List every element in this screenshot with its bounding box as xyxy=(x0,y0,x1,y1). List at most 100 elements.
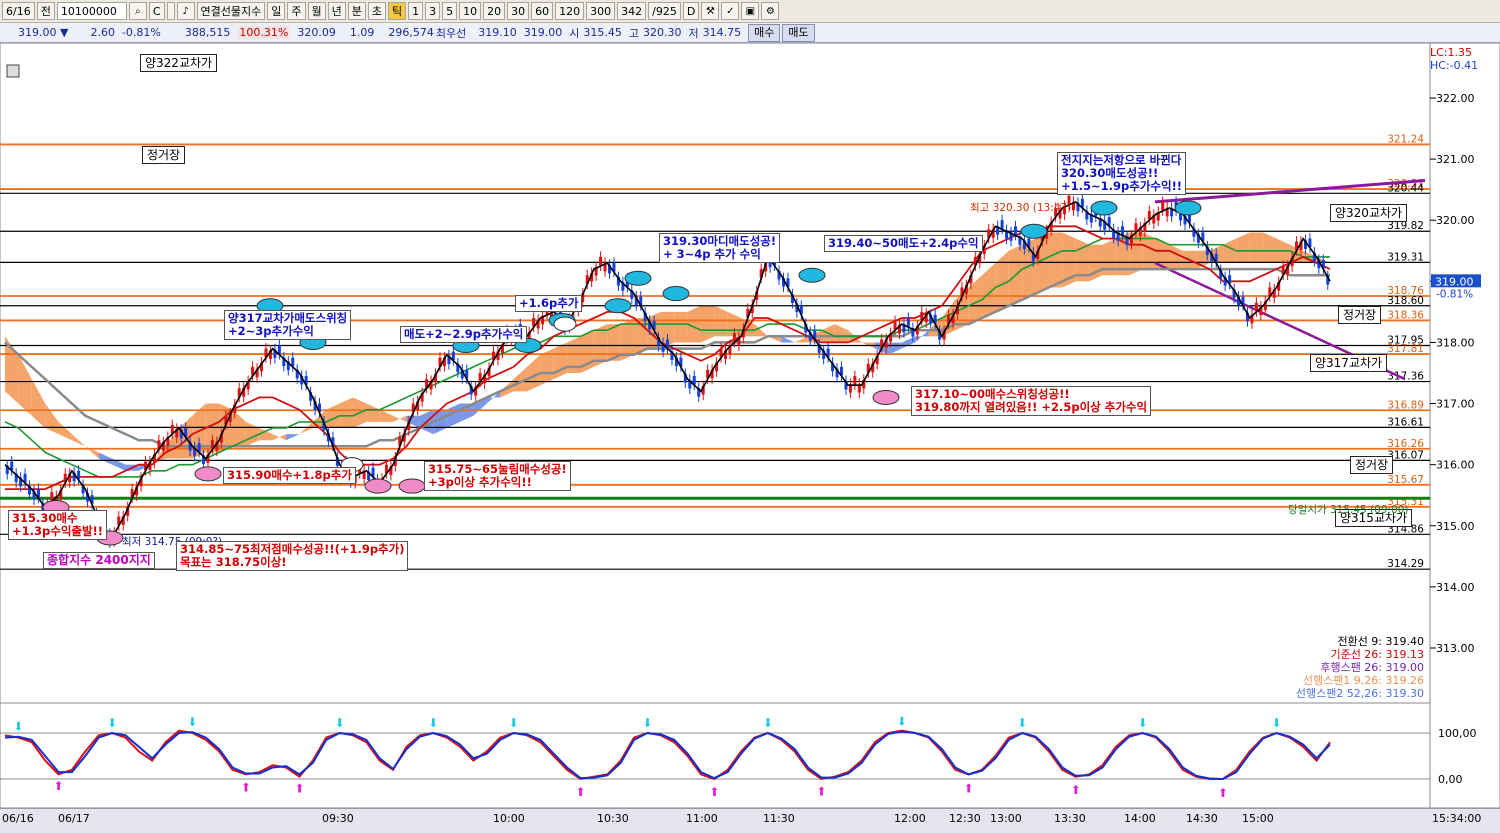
osc-buy-arrow: ⬆ xyxy=(576,785,586,799)
y-tick-label-6: 316.00 xyxy=(1436,459,1475,472)
x-tick-label-9: 13:00 xyxy=(990,812,1022,825)
toolbar-item-13[interactable]: 1 xyxy=(408,2,424,20)
toolbar-item-12[interactable]: 틱 xyxy=(388,2,407,20)
osc-buy-arrow: ⬆ xyxy=(241,780,251,794)
quote-high-label: 고 xyxy=(628,26,639,40)
toolbar-item-9[interactable]: 년 xyxy=(327,2,346,20)
gear-icon[interactable]: ⚙ xyxy=(761,2,780,20)
toolbar-item-17[interactable]: 20 xyxy=(483,2,506,20)
toolbar-item-10[interactable]: 분 xyxy=(347,2,366,20)
osc-buy-arrow: ⬆ xyxy=(816,785,826,799)
price-chart: 321.24320.51320.44319.82319.31318.76318.… xyxy=(0,43,1500,808)
toolbar-item-19[interactable]: 60 xyxy=(531,2,554,20)
level-label-7: 318.36 xyxy=(1387,309,1424,321)
annotation-6: 매도+2~2.9p추가수익 xyxy=(400,326,528,343)
high-note: 최고 320.30 (13:47) xyxy=(970,202,1072,214)
cloud-segment xyxy=(1048,232,1063,288)
annotation-1: 315.30매수 +1.3p수익출발!! xyxy=(8,510,108,540)
candle-body xyxy=(1121,226,1125,235)
quote-volume: 388,515 xyxy=(184,26,231,39)
y-tick-label-1: 321.00 xyxy=(1436,153,1475,166)
annotation-3: 315.90매수+1.8p추가 xyxy=(223,467,356,484)
osc-sell-arrow: ⬇ xyxy=(13,720,23,734)
toolbar-item-20[interactable]: 120 xyxy=(555,2,585,20)
quote-best-label: 최우선 xyxy=(435,26,467,40)
quote-bar: 319.00 ▼ 2.60 -0.81% 388,515 100.31% 320… xyxy=(0,23,1500,43)
signal-marker-11 xyxy=(1174,200,1202,216)
quote-low-label: 저 xyxy=(688,26,699,40)
toolbar-item-6[interactable]: 일 xyxy=(267,2,286,20)
y-tick-label-0: 322.00 xyxy=(1436,92,1475,105)
toolbar-item-7[interactable]: 주 xyxy=(287,2,306,20)
candle-body xyxy=(1013,226,1017,235)
osc-tick-1: 0,00 xyxy=(1438,773,1463,786)
level-label-12: 316.61 xyxy=(1387,416,1424,428)
toolbar-item-3[interactable]: C xyxy=(148,2,165,20)
toolbar-item-4[interactable] xyxy=(166,2,175,20)
annotation-8: 319.30마디매도성공! + 3~4p 추가 수익 xyxy=(659,233,781,263)
lc-value: LC:1.35 xyxy=(1430,46,1473,59)
osc-sell-arrow: ⬇ xyxy=(1017,716,1027,730)
quote-best-ask: 319.00 xyxy=(523,26,563,39)
level-label-18: 314.29 xyxy=(1387,558,1424,570)
check-icon[interactable]: ✓ xyxy=(721,2,740,20)
toolbar-item-16[interactable]: 10 xyxy=(459,2,482,20)
osc-buy-arrow: ⬆ xyxy=(1071,783,1081,797)
candle-body xyxy=(1161,201,1165,211)
level-label-6: 318.60 xyxy=(1387,295,1424,307)
toolbar-item-1[interactable]: 전 xyxy=(36,2,55,20)
toolbar-item-15[interactable]: 5 xyxy=(442,2,458,20)
osc-buy-arrow: ⬆ xyxy=(1218,786,1228,800)
toolbar-item-18[interactable]: 30 xyxy=(507,2,530,20)
toolbar-item-22[interactable]: 342 xyxy=(617,2,647,20)
toolbar-item-0[interactable]: 6/16 xyxy=(2,2,35,20)
x-tick-label-14: 15:34:00 xyxy=(1432,812,1482,825)
cloud-segment xyxy=(1249,232,1264,263)
signal-marker-5 xyxy=(604,298,632,314)
toolbar: 6/16 전 10100000 ⌕ C ♪ 연결선물지수 일 주 월 년 분 초 틱 1 3 5 10 20 30 60… xyxy=(0,0,1500,23)
quote-change: 2.60 xyxy=(90,26,115,39)
signal-marker-8 xyxy=(798,267,826,283)
label-station-2: 정거장 xyxy=(1338,306,1382,324)
toolbar-item-24[interactable]: D xyxy=(682,2,700,20)
quote-v3: 296,574 xyxy=(388,26,434,39)
chart-tool-icon[interactable]: ⚒ xyxy=(701,2,720,20)
candle-body xyxy=(599,256,603,266)
toolbar-item-8[interactable]: 월 xyxy=(307,2,326,20)
osc-sell-arrow: ⬇ xyxy=(428,716,438,730)
osc-buy-arrow: ⬆ xyxy=(54,779,64,793)
osc-sell-arrow: ⬇ xyxy=(763,716,773,730)
speaker-icon[interactable]: ♪ xyxy=(176,2,195,20)
signal-marker-10 xyxy=(1090,200,1118,216)
buy-button[interactable]: 매수 xyxy=(748,23,781,42)
osc-sell-arrow: ⬇ xyxy=(1271,716,1281,730)
y-tick-label-4: 318.00 xyxy=(1436,336,1475,349)
toolbar-item-21[interactable]: 300 xyxy=(586,2,616,20)
x-tick-label-3: 10:00 xyxy=(493,812,525,825)
annotation-5: 양317교차가매도스위칭 +2~3p추가수익 xyxy=(224,310,352,340)
toolbar-item-11[interactable]: 초 xyxy=(367,2,386,20)
quote-open-label: 시 xyxy=(569,26,580,40)
hc-value: HC:-0.41 xyxy=(1430,59,1479,72)
osc-buy-arrow: ⬆ xyxy=(709,785,719,799)
osc-sell-arrow: ⬇ xyxy=(897,715,907,729)
save-icon[interactable]: ▣ xyxy=(741,2,760,20)
quote-best-bid: 319.10 xyxy=(478,26,517,39)
candle-body xyxy=(906,318,910,327)
x-tick-label-7: 12:00 xyxy=(894,812,926,825)
search-icon[interactable]: ⌕ xyxy=(128,2,147,20)
toolbar-item-2[interactable]: 10100000 xyxy=(56,2,127,20)
y-tick-label-8: 314.00 xyxy=(1436,581,1475,594)
annotation-9: 319.40~50매도+2.4p수익 xyxy=(824,235,983,252)
sell-button[interactable]: 매도 xyxy=(782,23,815,42)
toolbar-item-5[interactable]: 연결선물지수 xyxy=(196,2,266,20)
annotation-2: 314.85~75최저점매수성공!!(+1.9p추가) 목표는 318.75이상… xyxy=(176,541,409,571)
toolbar-item-23[interactable]: /925 xyxy=(648,2,681,20)
x-tick-label-8: 12:30 xyxy=(949,812,981,825)
osc-sell-arrow: ⬇ xyxy=(107,716,117,730)
toolbar-item-14[interactable]: 3 xyxy=(425,2,441,20)
x-tick-label-11: 14:00 xyxy=(1124,812,1156,825)
signal-marker-19 xyxy=(553,316,577,332)
x-tick-label-10: 13:30 xyxy=(1054,812,1086,825)
level-label-3: 319.82 xyxy=(1387,220,1424,232)
